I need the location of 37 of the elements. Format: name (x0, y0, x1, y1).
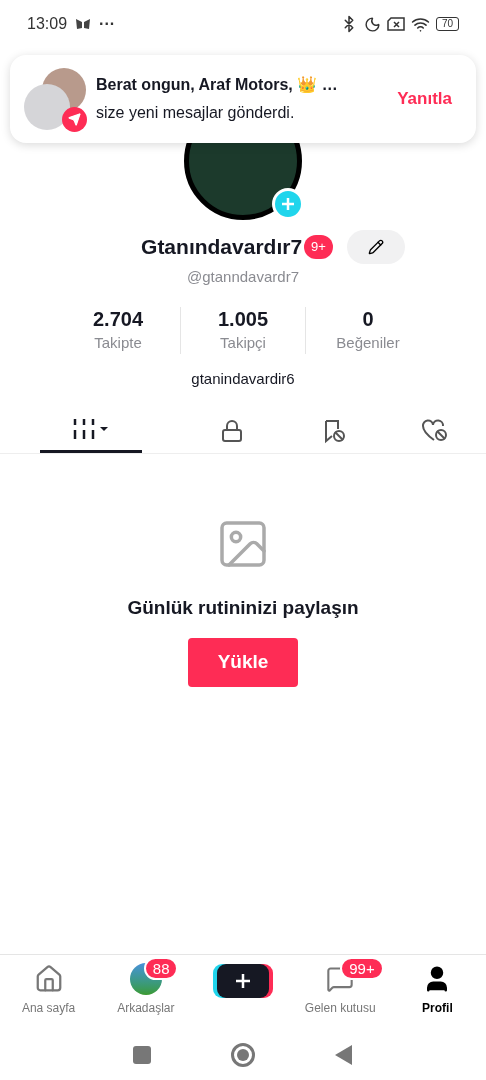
count-badge: 88 (143, 957, 179, 980)
nav-item[interactable]: Profil (388, 963, 486, 1017)
stat-label: Takipte (94, 332, 142, 353)
profile-bio: gtanindavardir6 (191, 369, 295, 389)
back-button[interactable] (335, 1045, 353, 1065)
stat-label: Takipçi (220, 332, 266, 353)
home-button[interactable] (231, 1043, 255, 1067)
send-badge (62, 107, 87, 132)
stat-value: 1.005 (217, 306, 269, 332)
nav-item[interactable]: Ana sayfa (0, 963, 98, 1017)
count-badge: 99+ (340, 957, 384, 980)
grid-menu-icon (71, 418, 110, 440)
butterfly-icon (75, 18, 92, 30)
notification-count-badge: 9+ (304, 235, 333, 259)
notification-title: Berat ongun, Araf Motors, 👑 … (96, 75, 339, 95)
heart-hidden-icon (421, 417, 450, 444)
moon-icon (363, 15, 381, 33)
stat-value: 2.704 (92, 306, 144, 332)
profile-handle: @gtanndavardr7 (187, 267, 299, 287)
pencil-icon (367, 239, 384, 255)
edit-button[interactable] (346, 230, 405, 264)
status-time: 13:09 (27, 14, 68, 34)
upload-button[interactable]: Yükle (188, 638, 298, 687)
stat-label: Beğeniler (336, 332, 400, 353)
lock-icon (220, 418, 245, 443)
plus-icon (281, 197, 295, 211)
reply-button[interactable]: Yanıtla (397, 86, 462, 112)
empty-title: Günlük rutininizi paylaşın (127, 595, 359, 620)
avatar-placeholder (24, 84, 70, 130)
sim-off-icon (386, 17, 405, 31)
plus-icon (235, 973, 251, 989)
notification-banner[interactable]: Berat ongun, Araf Motors, 👑 … size yeni mesajlar gönderdi. Yanıtla (10, 55, 476, 143)
profile-name: Gtanındavardır7 (141, 234, 303, 261)
stat-value: 0 (362, 306, 374, 332)
battery-indicator: 70 (435, 17, 459, 31)
notification-message: size yeni mesajlar gönderdi. (96, 103, 296, 123)
more-dots: ··· (99, 14, 116, 34)
